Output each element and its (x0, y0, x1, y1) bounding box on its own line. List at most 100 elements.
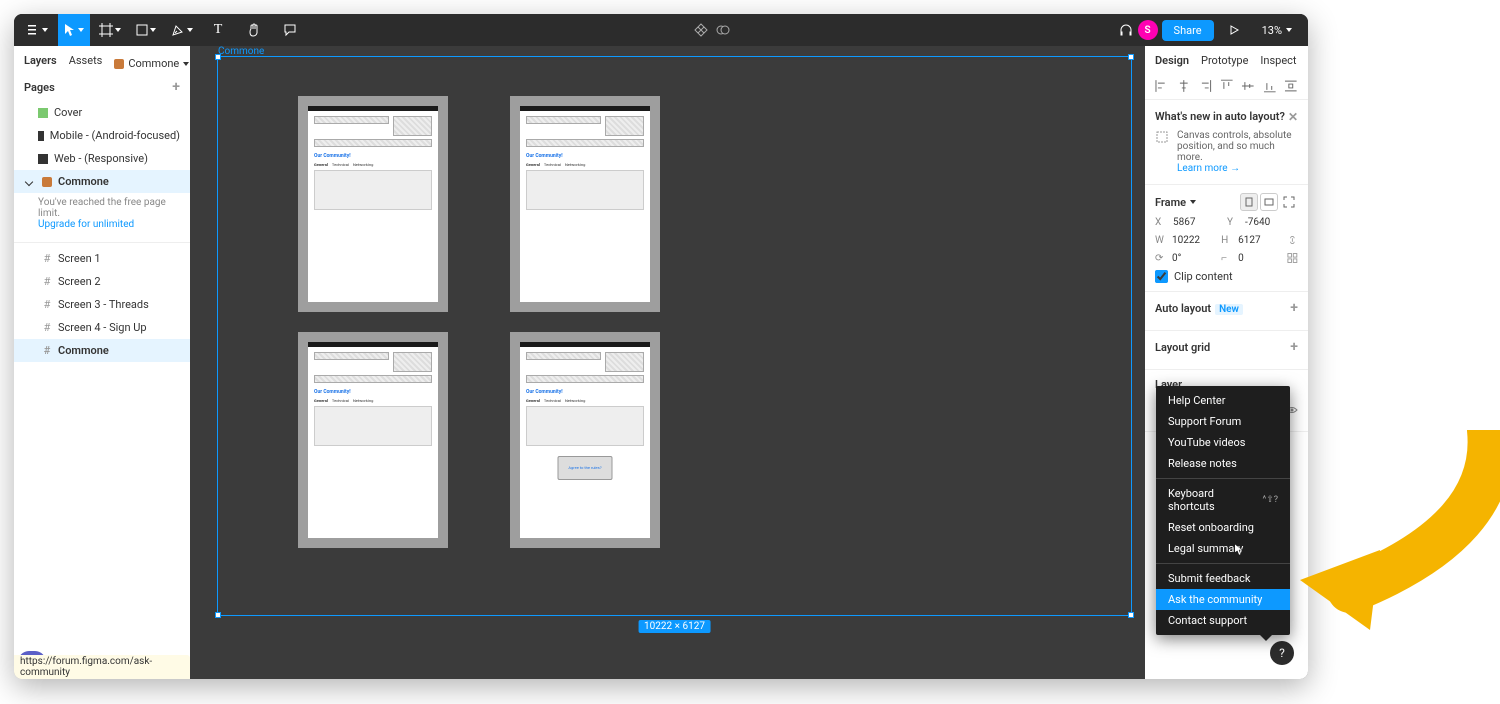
chevron-down-icon (183, 62, 189, 66)
page-name-label: Commone (128, 57, 179, 70)
resize-handle[interactable] (1128, 54, 1134, 60)
individual-corners-icon[interactable] (1287, 252, 1298, 264)
auto-layout-section: Auto layoutNew + (1145, 292, 1308, 331)
menu-item-contact-support[interactable]: Contact support (1156, 610, 1290, 631)
align-top-icon[interactable] (1220, 79, 1234, 93)
page-icon (38, 108, 48, 118)
hand-tool[interactable] (238, 14, 270, 46)
move-tool[interactable] (58, 14, 90, 46)
artboard[interactable]: Our Community! GeneralTechnicalNetworkin… (298, 96, 448, 312)
menu-item-legal[interactable]: Legal summary (1156, 538, 1290, 559)
headphones-icon[interactable] (1118, 22, 1134, 38)
close-icon[interactable]: ✕ (1288, 110, 1298, 124)
orientation-landscape[interactable] (1260, 193, 1278, 211)
menu-item-release-notes[interactable]: Release notes (1156, 453, 1290, 474)
resize-handle[interactable] (1128, 612, 1134, 618)
tab-inspect[interactable]: Inspect (1260, 54, 1296, 73)
page-dropdown[interactable]: Commone (114, 57, 189, 70)
resize-to-fit[interactable] (1280, 193, 1298, 211)
shape-tool[interactable] (130, 14, 162, 46)
canvas-area[interactable]: Commone 10222 × 6127 Our Community! Gene… (190, 46, 1145, 679)
tab-design[interactable]: Design (1155, 54, 1189, 73)
artboard[interactable]: Our Community! GeneralTechnicalNetworkin… (510, 332, 660, 548)
add-auto-layout-button[interactable]: + (1290, 300, 1298, 316)
radius-input[interactable]: 0 (1238, 253, 1279, 264)
right-panel: Design Prototype Inspect What's new in a… (1145, 46, 1308, 679)
whats-new-title: What's new in auto layout? (1155, 110, 1285, 124)
frame-label: Commone (58, 344, 109, 357)
align-vcenter-icon[interactable] (1241, 79, 1255, 93)
component-icon[interactable] (694, 23, 708, 37)
pages-list: Cover Mobile - (Android-focused) Web - (… (14, 101, 190, 193)
text-tool[interactable]: T (202, 14, 234, 46)
align-bottom-icon[interactable] (1263, 79, 1277, 93)
clip-content-checkbox[interactable] (1155, 270, 1168, 283)
menu-item-youtube[interactable]: YouTube videos (1156, 432, 1290, 453)
help-menu: Help Center Support Forum YouTube videos… (1156, 386, 1290, 635)
orientation-portrait[interactable] (1240, 193, 1258, 211)
constrain-proportions-icon[interactable] (1287, 234, 1298, 246)
add-layout-grid-button[interactable]: + (1290, 339, 1298, 355)
present-button[interactable] (1218, 14, 1250, 46)
h-input[interactable]: 6127 (1238, 235, 1279, 246)
resize-handle[interactable] (215, 612, 221, 618)
artboard[interactable]: Our Community! GeneralTechnicalNetworkin… (298, 332, 448, 548)
sparkle-icon (1155, 130, 1169, 144)
tab-assets[interactable]: Assets (69, 54, 103, 73)
menu-item-help-center[interactable]: Help Center (1156, 390, 1290, 411)
y-input[interactable]: -7640 (1245, 217, 1291, 228)
artboard[interactable]: Our Community! GeneralTechnicalNetworkin… (510, 96, 660, 312)
menu-item-support-forum[interactable]: Support Forum (1156, 411, 1290, 432)
figma-app: T S Share 13% Layers Assets (14, 14, 1308, 679)
frame-item[interactable]: #Screen 1 (14, 247, 190, 270)
comment-tool[interactable] (274, 14, 306, 46)
tab-prototype[interactable]: Prototype (1201, 54, 1248, 73)
menu-item-ask-community[interactable]: Ask the community (1156, 589, 1290, 610)
align-right-icon[interactable] (1198, 79, 1212, 93)
frame-dropdown[interactable]: Frame (1155, 196, 1196, 209)
mask-icon[interactable] (716, 23, 730, 37)
frame-item[interactable]: #Screen 4 - Sign Up (14, 316, 190, 339)
y-label: Y (1227, 217, 1237, 228)
frame-item[interactable]: #Screen 2 (14, 270, 190, 293)
page-item[interactable]: Mobile - (Android-focused) (14, 124, 190, 147)
main-menu-button[interactable] (22, 14, 54, 46)
page-item[interactable]: Web - (Responsive) (14, 147, 190, 170)
pages-header: Pages (24, 81, 55, 94)
x-input[interactable]: 5867 (1173, 217, 1219, 228)
page-item-selected[interactable]: Commone (14, 170, 190, 193)
frame-tool[interactable] (94, 14, 126, 46)
menu-item-reset-onboarding[interactable]: Reset onboarding (1156, 517, 1290, 538)
pen-tool[interactable] (166, 14, 198, 46)
align-left-icon[interactable] (1155, 79, 1169, 93)
page-label: Web - (Responsive) (54, 152, 148, 165)
tab-layers[interactable]: Layers (24, 54, 57, 73)
chevron-down-icon (150, 28, 156, 32)
upgrade-link[interactable]: Upgrade for unlimited (38, 219, 180, 230)
add-page-button[interactable]: + (172, 79, 180, 95)
align-hcenter-icon[interactable] (1177, 79, 1191, 93)
resize-handle[interactable] (215, 54, 221, 60)
page-limit-message: You've reached the free page limit. Upgr… (14, 193, 190, 234)
annotation-arrow (1290, 430, 1500, 670)
learn-more-link[interactable]: Learn more → (1177, 163, 1240, 174)
zoom-dropdown[interactable]: 13% (1254, 24, 1300, 37)
w-input[interactable]: 10222 (1172, 235, 1213, 246)
auto-layout-label: Auto layout (1155, 302, 1211, 315)
share-button[interactable]: Share (1162, 20, 1214, 41)
mockup-page: Our Community! GeneralTechnicalNetworkin… (308, 342, 438, 538)
help-button[interactable]: ? (1270, 641, 1294, 665)
page-item[interactable]: Cover (14, 101, 190, 124)
whats-new-body: Canvas controls, absolute position, and … (1177, 130, 1292, 163)
menu-item-keyboard-shortcuts[interactable]: Keyboard shortcuts ^⇧? (1156, 483, 1290, 517)
avatar[interactable]: S (1138, 20, 1158, 40)
menu-pointer-tail (1260, 635, 1272, 641)
menu-item-submit-feedback[interactable]: Submit feedback (1156, 568, 1290, 589)
chevron-down-icon (25, 177, 33, 185)
frame-item[interactable]: #Screen 3 - Threads (14, 293, 190, 316)
frame-icon: # (42, 275, 52, 288)
layout-grid-label: Layout grid (1155, 341, 1210, 354)
rotation-input[interactable]: 0° (1172, 253, 1213, 264)
distribute-icon[interactable] (1284, 79, 1298, 93)
frame-item-selected[interactable]: #Commone (14, 339, 190, 362)
